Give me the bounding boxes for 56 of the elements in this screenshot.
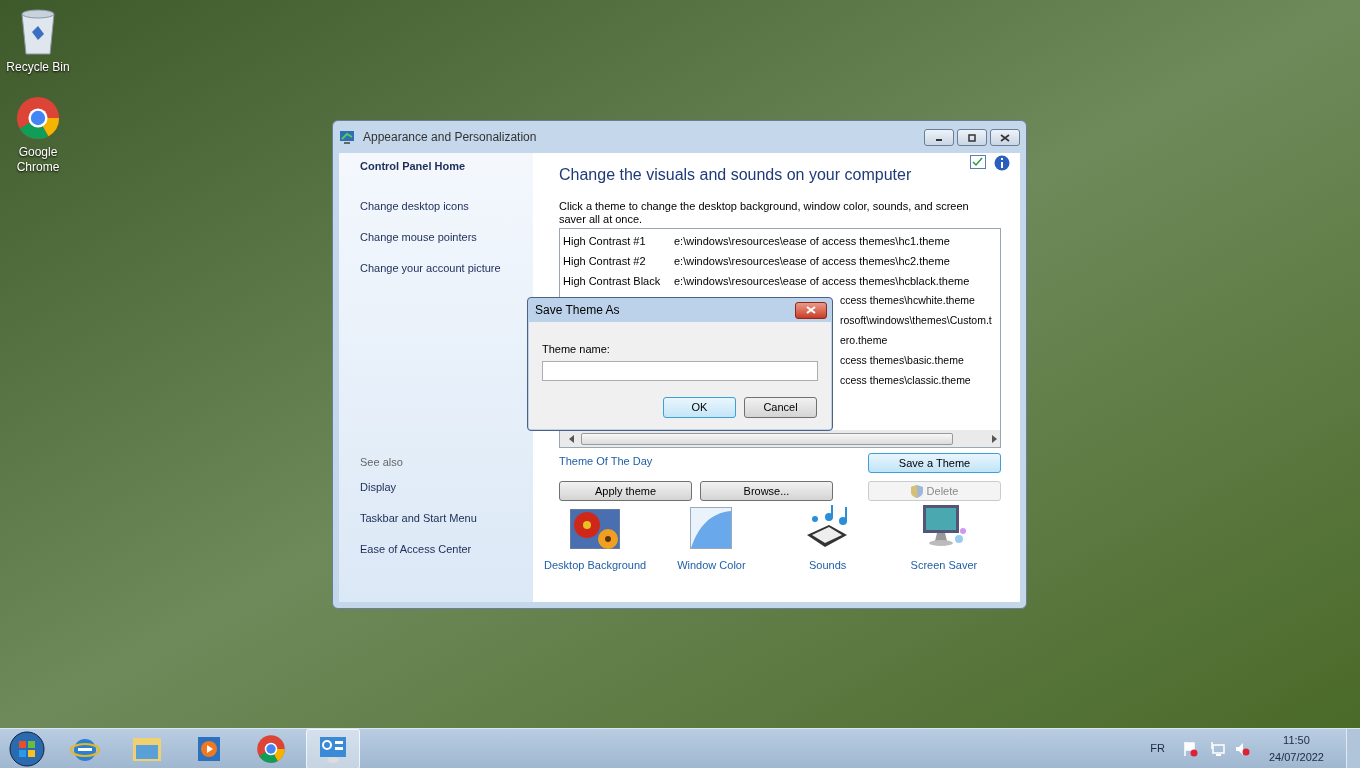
sidebar-link[interactable]: Change your account picture xyxy=(360,260,533,291)
action-button[interactable]: Apply theme xyxy=(559,481,692,501)
desktop-icon-label[interactable]: Google Chrome xyxy=(0,145,76,175)
chrome-icon[interactable] xyxy=(15,95,61,141)
sidebar-link[interactable]: Ease of Access Center xyxy=(360,541,533,572)
theme-name-field[interactable] xyxy=(542,360,818,381)
cancel-button[interactable]: Cancel xyxy=(744,396,817,418)
theme-row[interactable]: High Contrast Black e:\windows\resources\ease of access themes\hcblack.theme xyxy=(560,271,1000,291)
scroll-right-icon[interactable] xyxy=(991,434,997,443)
scrollbar-thumb[interactable] xyxy=(581,432,953,445)
tile-link[interactable]: Window Color xyxy=(677,557,746,574)
chrome-icon[interactable] xyxy=(256,733,286,764)
window-color-icon[interactable] xyxy=(690,507,733,549)
theme-row[interactable]: High Contrast #1 e:\windows\resources\ease of access themes\hc1.theme xyxy=(560,231,1000,251)
sidebar-link[interactable]: Taskbar and Start Menu xyxy=(360,510,533,541)
theme-row[interactable]: High Contrast #2 e:\windows\resources\ease of access themes\hc2.theme xyxy=(560,251,1000,271)
clock-time[interactable]: 11:50 xyxy=(1283,732,1310,749)
shield-icon xyxy=(910,484,923,498)
maximize-icon xyxy=(967,133,977,142)
close-button[interactable] xyxy=(795,301,827,319)
horizontal-scrollbar[interactable] xyxy=(560,430,1000,447)
desktop-icon-label[interactable]: Recycle Bin xyxy=(6,60,70,75)
page-heading: Change the visuals and sounds on your computer xyxy=(559,165,913,185)
close-button[interactable] xyxy=(990,129,1020,146)
clock-date[interactable]: 24/07/2022 xyxy=(1268,748,1324,765)
action-button[interactable]: Save a Theme xyxy=(868,453,1001,473)
maximize-button[interactable] xyxy=(957,129,987,146)
field-label: Theme name: xyxy=(542,342,611,357)
recycle-bin-icon[interactable] xyxy=(18,8,58,56)
action-button[interactable]: Browse... xyxy=(700,481,833,501)
control-panel-icon xyxy=(339,129,355,145)
description-text: Click a theme to change the desktop background, window color, sounds, and screen saver all at once. xyxy=(559,200,970,226)
dialog-title: Save Theme As xyxy=(535,302,621,319)
tile-link[interactable]: Sounds xyxy=(808,557,847,574)
sidebar-link[interactable]: Display xyxy=(360,479,533,510)
flag-icon[interactable] xyxy=(1182,740,1199,757)
taskbar-button[interactable] xyxy=(306,728,360,768)
theme-of-the-day-link[interactable]: Theme Of The Day xyxy=(559,453,653,470)
close-icon xyxy=(1000,133,1010,142)
sidebar-link[interactable]: Change desktop icons xyxy=(360,198,533,229)
sidebar-link[interactable]: Change mouse pointers xyxy=(360,229,533,260)
tile-link[interactable]: Screen Saver xyxy=(910,557,978,574)
see-also-heading: See also xyxy=(360,455,404,470)
sidebar-link[interactable]: Control Panel Home xyxy=(360,158,533,198)
flower-picture-icon[interactable] xyxy=(570,509,621,549)
tile-link[interactable]: Desktop Background xyxy=(544,557,647,574)
close-icon xyxy=(806,306,816,314)
minimize-button[interactable] xyxy=(924,129,954,146)
ok-button[interactable]: OK xyxy=(663,396,736,418)
info-icon[interactable] xyxy=(994,155,1010,171)
media-player-icon xyxy=(196,734,222,763)
window-title: Appearance and Personalization xyxy=(363,129,538,146)
scroll-left-icon[interactable] xyxy=(569,434,575,443)
start-orb-icon xyxy=(9,730,45,767)
checkmark-icon[interactable] xyxy=(970,155,986,169)
language-indicator[interactable]: FR xyxy=(1150,740,1165,757)
